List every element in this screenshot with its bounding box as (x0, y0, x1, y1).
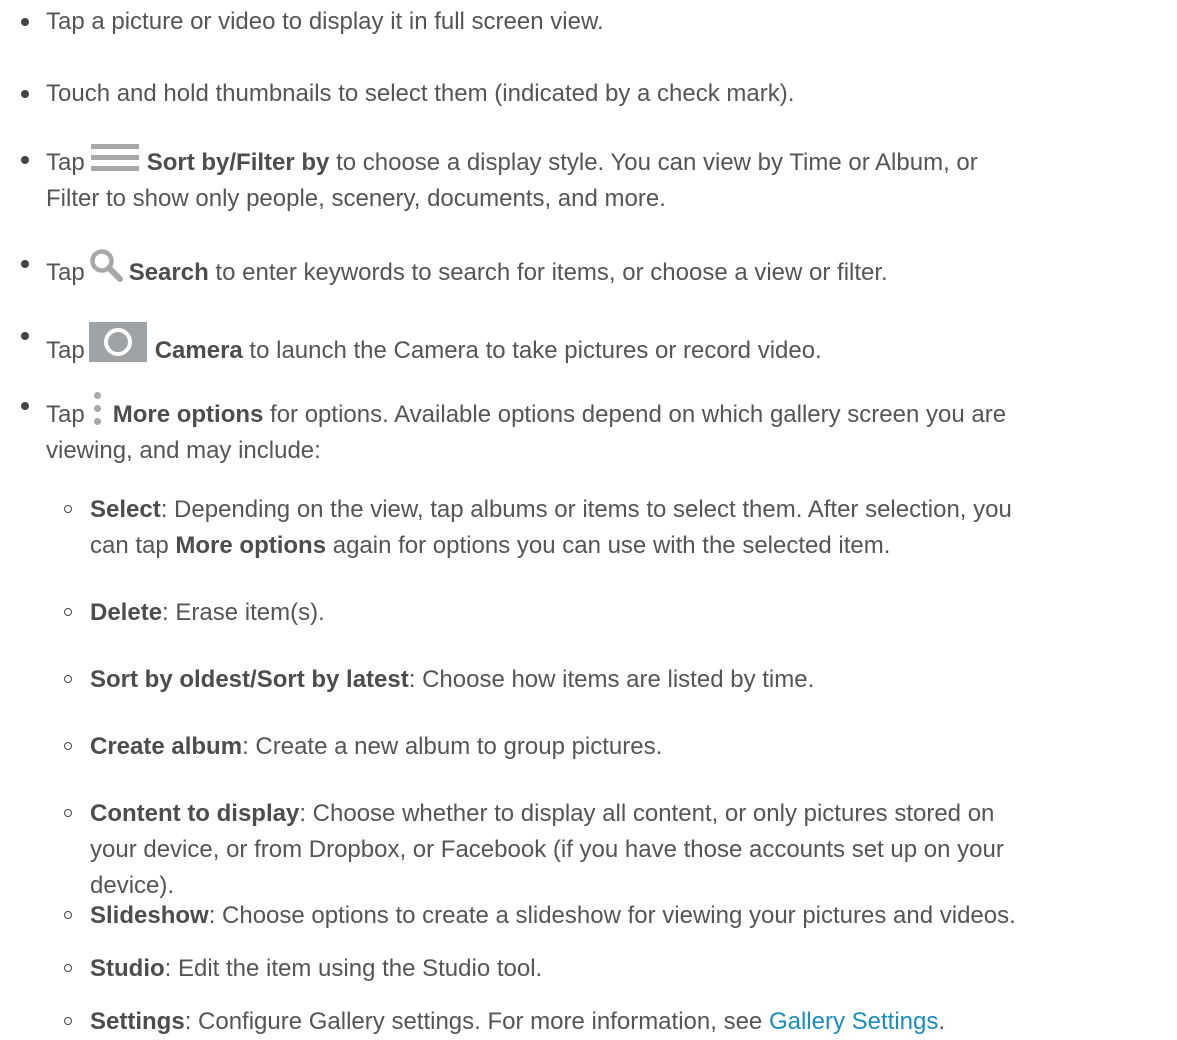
item-text: to enter keywords to search for items, o… (208, 259, 888, 286)
sub-bullet (64, 911, 72, 919)
option-label: Slideshow (90, 902, 209, 929)
option-label: Sort by oldest/Sort by latest (90, 666, 409, 693)
item-prefix: Tap (46, 401, 85, 428)
option-label: Select (90, 496, 161, 523)
bullet-dot (21, 402, 29, 410)
list-item: Touch and hold thumbnails to select them… (21, 76, 1166, 112)
option-desc: : Choose how items are listed by time. (408, 666, 815, 693)
item-prefix: Tap (46, 259, 85, 286)
option-desc: : Configure Gallery settings. For more i… (184, 1008, 769, 1035)
item-prefix: Tap (46, 337, 85, 364)
option-label: Delete (90, 599, 163, 626)
option-label: Settings (90, 1008, 185, 1035)
item-text: Filter to show only people, scenery, doc… (46, 185, 666, 212)
option-select: Select: Depending on the view, tap album… (64, 492, 1170, 564)
option-settings: Settings: Configure Gallery settings. Fo… (64, 1004, 1170, 1040)
sub-bullet (64, 675, 72, 683)
more-options-ref: More options (175, 532, 327, 559)
item-text: Tap a picture or video to display it in … (46, 8, 604, 35)
option-desc: . (938, 1008, 946, 1035)
option-desc: device). (90, 872, 175, 899)
option-desc: can tap (90, 532, 176, 559)
list-item-more-options: Tap More options for options. Available o… (21, 388, 1166, 469)
item-prefix: Tap (46, 149, 85, 176)
sub-bullet (64, 608, 72, 616)
option-sort: Sort by oldest/Sort by latest: Choose ho… (64, 662, 1170, 698)
option-content-to-display: Content to display: Choose whether to di… (64, 796, 1170, 904)
more-options-label: More options (112, 401, 264, 428)
sub-bullet (64, 1017, 72, 1025)
option-desc: your device, or from Dropbox, or Faceboo… (90, 836, 1004, 863)
bullet-dot (21, 18, 29, 26)
search-icon (89, 248, 123, 282)
option-desc: : Depending on the view, tap albums or i… (160, 496, 1012, 523)
list-item-camera: Tap Camera to launch the Camera to take p… (21, 318, 1166, 369)
option-label: Studio (90, 955, 165, 982)
option-studio: Studio: Edit the item using the Studio t… (64, 951, 1170, 987)
bullet-dot (21, 332, 29, 340)
more-options-icon (91, 392, 103, 426)
item-text: for options. Available options depend on… (263, 401, 1007, 428)
list-item: Tap a picture or video to display it in … (21, 4, 1166, 40)
option-label: Content to display (90, 800, 300, 827)
sub-bullet (64, 809, 72, 817)
item-text: to choose a display style. You can view … (329, 149, 978, 176)
option-delete: Delete: Erase item(s). (64, 595, 1170, 631)
sub-bullet (64, 742, 72, 750)
list-item-sort-filter: Tap Sort by/Filter by to choose a display… (21, 142, 1166, 217)
search-label: Search (128, 259, 209, 286)
option-desc: again for options you can use with the s… (326, 532, 891, 559)
option-desc: : Edit the item using the Studio tool. (164, 955, 543, 982)
menu-icon (90, 144, 139, 172)
bullet-dot (21, 90, 29, 98)
item-text: to launch the Camera to take pictures or… (242, 337, 822, 364)
item-text: viewing, and may include: (46, 437, 321, 464)
option-label: Create album (90, 733, 243, 760)
sub-bullet (64, 505, 72, 513)
gallery-settings-link[interactable]: Gallery Settings (769, 1008, 938, 1035)
option-slideshow: Slideshow: Choose options to create a sl… (64, 898, 1170, 934)
sort-filter-label: Sort by/Filter by (146, 149, 330, 176)
list-item-search: Tap Search to enter keywords to search fo… (21, 246, 1166, 291)
option-desc: : Choose whether to display all content,… (299, 800, 995, 827)
option-desc: : Create a new album to group pictures. (242, 733, 663, 760)
bullet-dot (21, 260, 29, 268)
sub-bullet (64, 964, 72, 972)
option-create-album: Create album: Create a new album to grou… (64, 729, 1170, 765)
item-text: Touch and hold thumbnails to select them… (46, 80, 795, 107)
option-desc: : Erase item(s). (162, 599, 325, 626)
bullet-dot (21, 156, 29, 164)
camera-label: Camera (154, 337, 243, 364)
camera-icon (88, 322, 147, 362)
option-desc: : Choose options to create a slideshow f… (208, 902, 1016, 929)
